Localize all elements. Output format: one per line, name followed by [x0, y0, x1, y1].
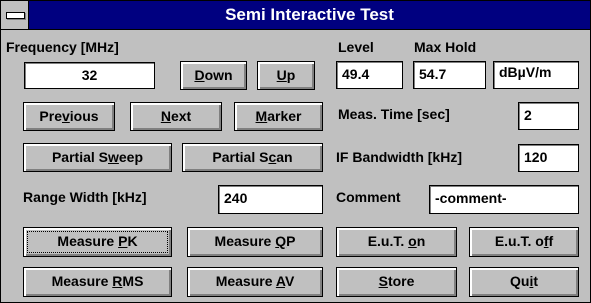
- up-button[interactable]: Up: [257, 61, 315, 90]
- measure-qp-button-accel: Q: [275, 233, 287, 249]
- up-button-accel: U: [276, 67, 287, 83]
- measure-qp-button-label-post: P: [286, 233, 296, 249]
- down-button-accel: D: [194, 67, 205, 83]
- marker-button-accel: M: [255, 108, 268, 124]
- window-title: Semi Interactive Test: [225, 5, 394, 24]
- previous-button-label-post: ious: [69, 108, 99, 124]
- application-window: Semi Interactive Test Frequency [MHz] 32…: [0, 0, 591, 303]
- measure-rms-button-label-post: MS: [122, 273, 144, 289]
- partial-scan-button-label-pre: Partial S: [212, 149, 269, 165]
- quit-button[interactable]: Quit: [469, 267, 579, 297]
- partial-sweep-button-label-post: eep: [118, 149, 144, 165]
- meas-time-field[interactable]: 2: [518, 102, 579, 130]
- title-bar: Semi Interactive Test: [1, 1, 590, 30]
- system-menu-icon: [6, 12, 25, 19]
- frequency-field[interactable]: 32: [24, 62, 155, 89]
- meas-time-label: Meas. Time [sec]: [338, 106, 450, 122]
- next-button-label-post: ext: [170, 108, 192, 124]
- quit-button-label-pre: Qu: [509, 273, 530, 289]
- measure-qp-button-label-pre: Measure: [214, 233, 276, 249]
- partial-scan-button[interactable]: Partial Scan: [182, 143, 323, 172]
- range-width-field[interactable]: 240: [218, 185, 323, 214]
- partial-sweep-button[interactable]: Partial Sweep: [23, 143, 172, 172]
- eut-off-button-label-post: f: [548, 233, 554, 249]
- measure-av-button[interactable]: Measure AV: [187, 267, 323, 297]
- next-button[interactable]: Next: [130, 102, 222, 131]
- eut-off-button[interactable]: E.u.T. off: [469, 227, 579, 257]
- next-button-accel: N: [160, 108, 171, 124]
- comment-label: Comment: [336, 189, 401, 205]
- store-button-label-post: tore: [387, 273, 415, 289]
- eut-off-button-label-pre: E.u.T. o: [494, 233, 544, 249]
- measure-rms-button-label-pre: Measure: [51, 273, 113, 289]
- marker-button[interactable]: Marker: [234, 102, 323, 131]
- system-menu-button[interactable]: [1, 1, 29, 29]
- eut-on-button-accel: o: [408, 233, 417, 249]
- up-button-label-post: p: [286, 67, 296, 83]
- measure-av-button-accel: A: [275, 273, 285, 289]
- measure-rms-button[interactable]: Measure RMS: [23, 267, 172, 297]
- frequency-label: Frequency [MHz]: [6, 39, 119, 55]
- measure-av-button-label-post: V: [284, 273, 295, 289]
- eut-on-button[interactable]: E.u.T. on: [336, 227, 457, 257]
- unit-field: dBµV/m: [493, 61, 579, 89]
- previous-button-label-pre: Pre: [39, 108, 62, 124]
- store-button[interactable]: Store: [336, 267, 457, 297]
- store-button-accel: S: [378, 273, 388, 289]
- partial-sweep-button-accel: w: [108, 149, 119, 165]
- eut-on-button-label-pre: E.u.T.: [367, 233, 409, 249]
- max-hold-field: 54.7: [413, 61, 486, 89]
- measure-pk-button-label-post: K: [127, 233, 138, 249]
- eut-on-button-label-post: n: [416, 233, 426, 249]
- marker-button-label-post: arker: [267, 108, 302, 124]
- measure-av-button-label-pre: Measure: [215, 273, 276, 289]
- level-field: 49.4: [336, 61, 403, 89]
- down-button[interactable]: Down: [180, 61, 247, 90]
- measure-pk-button[interactable]: Measure PK: [23, 227, 172, 257]
- if-bandwidth-field[interactable]: 120: [518, 144, 579, 172]
- range-width-label: Range Width [kHz]: [23, 189, 147, 205]
- partial-sweep-button-label-pre: Partial S: [51, 149, 108, 165]
- comment-field[interactable]: -comment-: [429, 185, 579, 214]
- quit-button-label-post: t: [533, 273, 538, 289]
- measure-rms-button-accel: R: [112, 273, 123, 289]
- measure-qp-button[interactable]: Measure QP: [187, 227, 323, 257]
- max-hold-label: Max Hold: [414, 39, 477, 55]
- down-button-label-post: own: [204, 67, 233, 83]
- previous-button[interactable]: Previous: [23, 102, 115, 131]
- partial-scan-button-label-post: an: [276, 149, 293, 165]
- measure-pk-button-label-pre: Measure: [57, 233, 119, 249]
- if-bandwidth-label: IF Bandwidth [kHz]: [336, 149, 462, 165]
- previous-button-accel: v: [62, 108, 70, 124]
- level-label: Level: [338, 39, 374, 55]
